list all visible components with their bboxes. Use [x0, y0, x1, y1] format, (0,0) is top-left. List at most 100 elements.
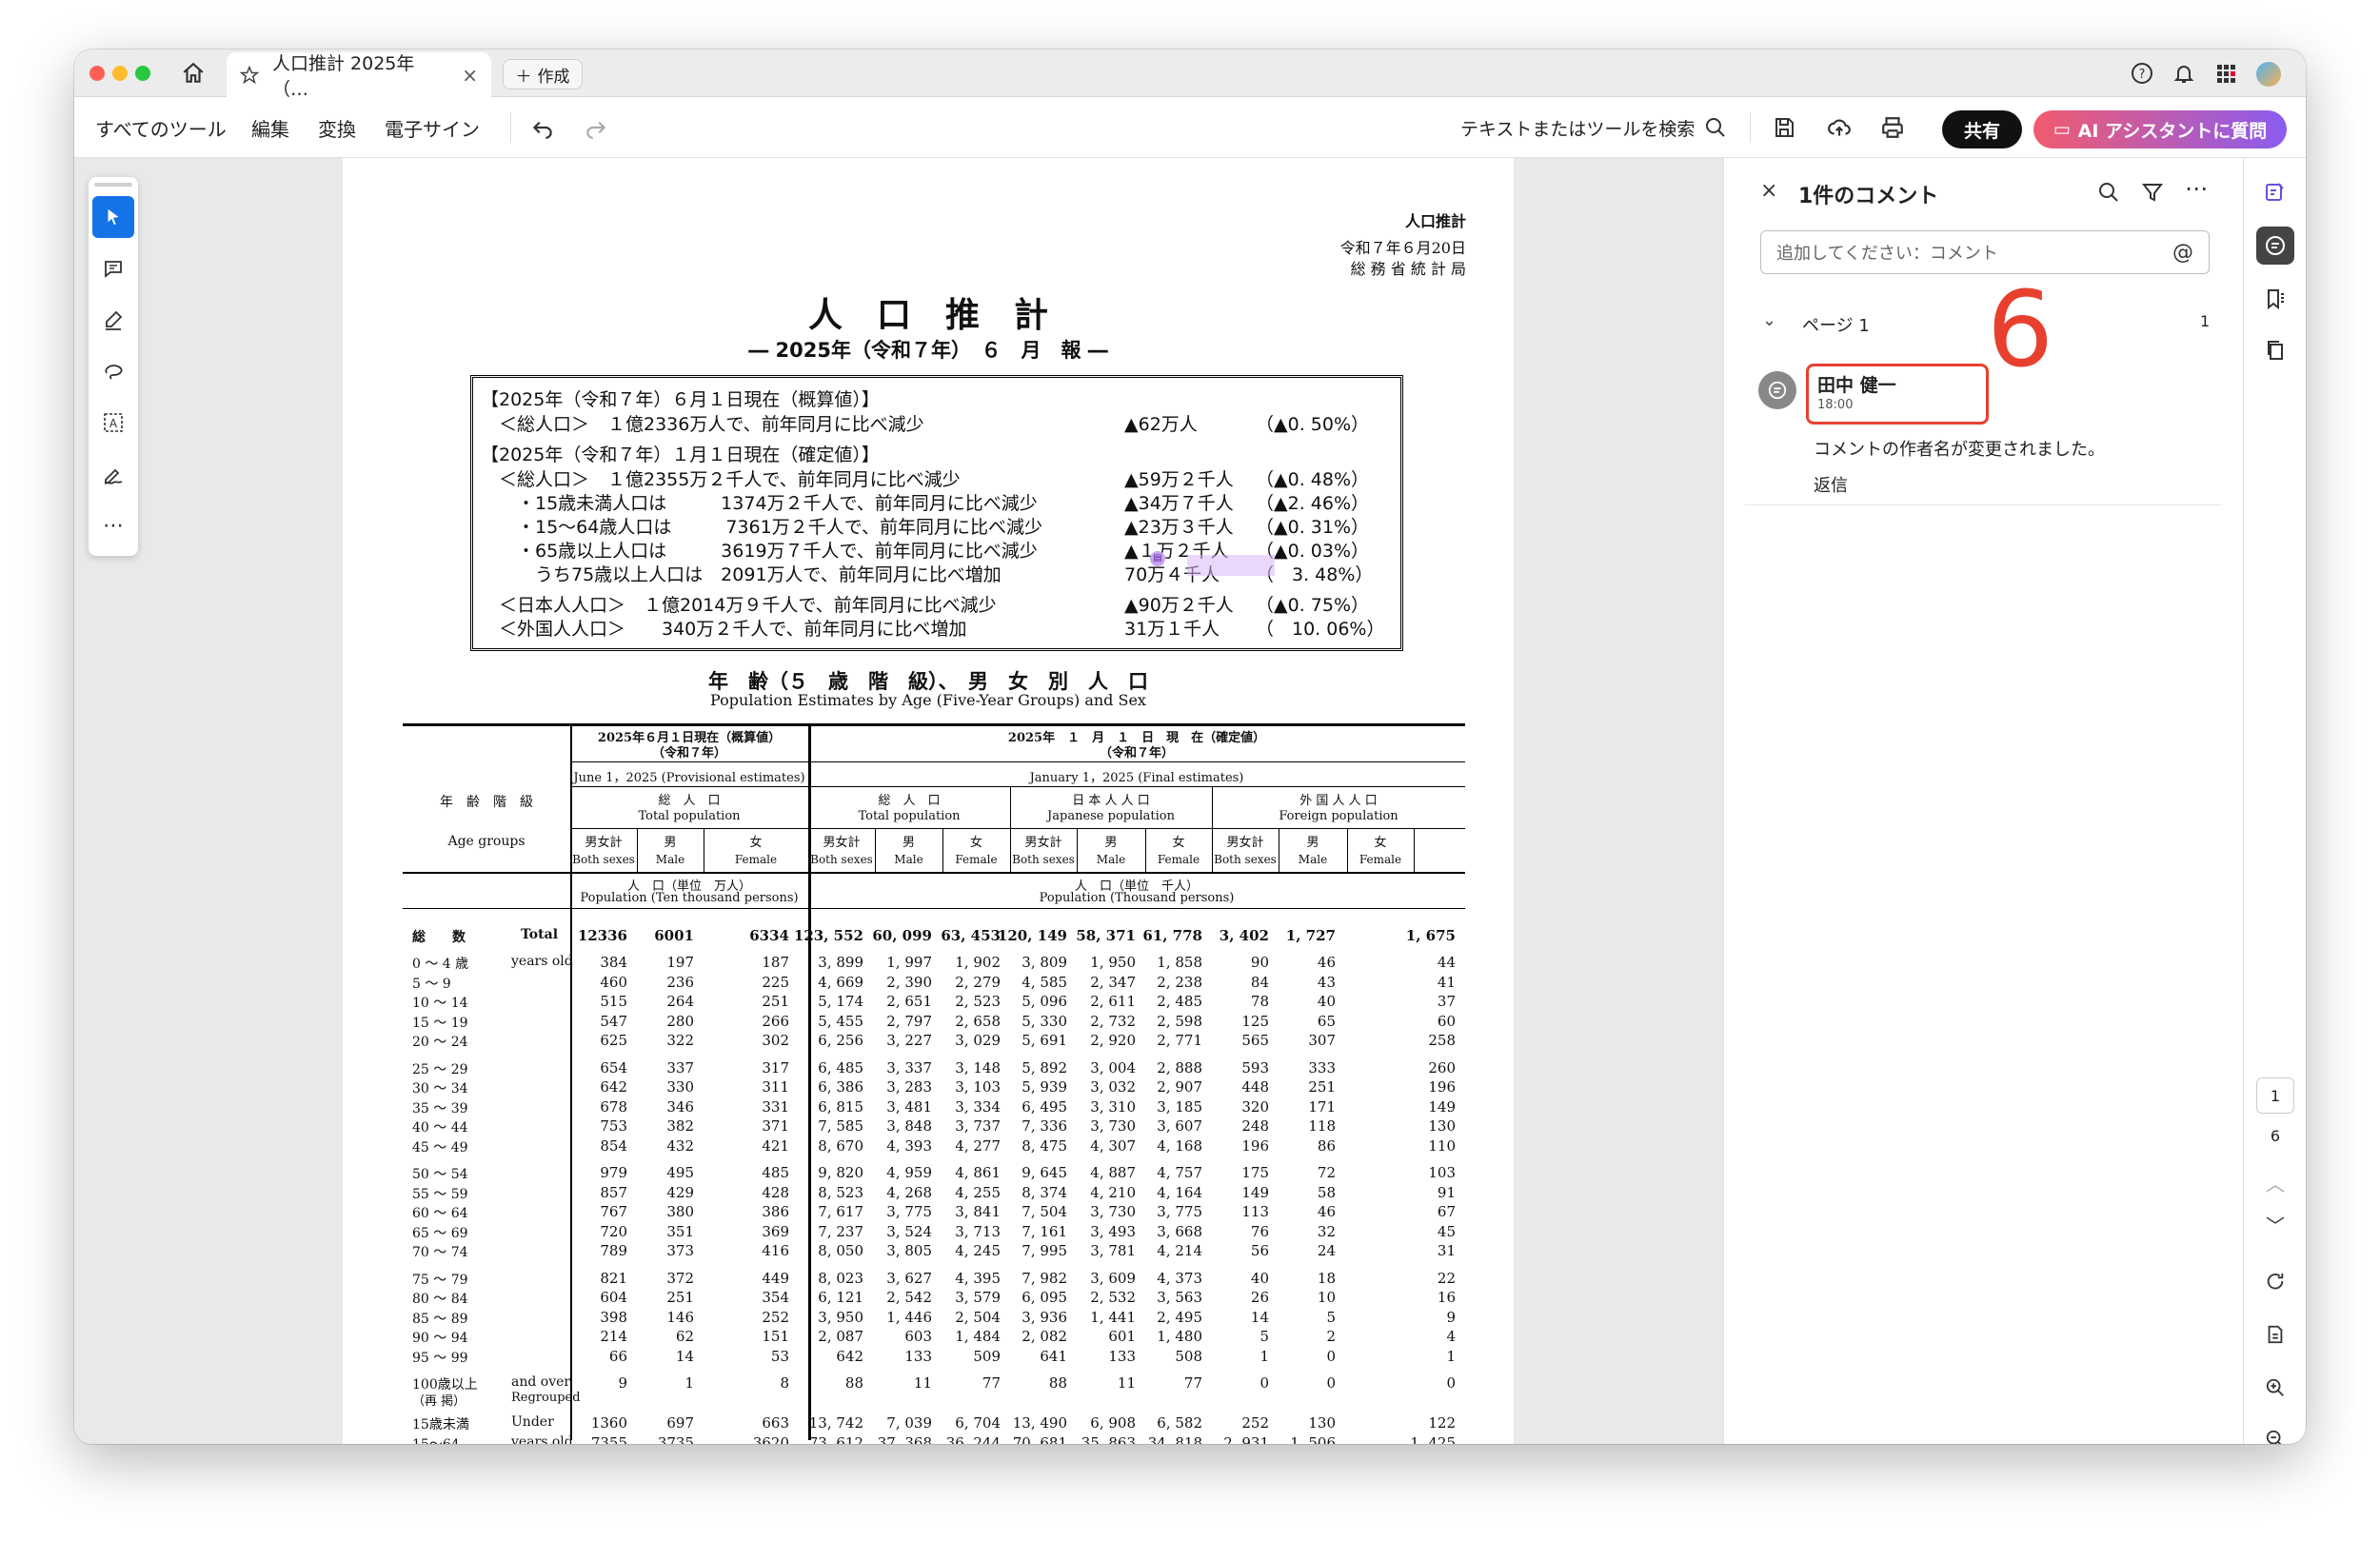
table-cell: 31 — [1437, 1242, 1456, 1259]
table-cell: 4, 214 — [1157, 1242, 1202, 1259]
comment-marker-icon[interactable]: ▤ — [1150, 551, 1165, 566]
menu-e-sign[interactable]: 電子サイン — [385, 97, 480, 158]
table-cell: 346 — [666, 1097, 694, 1116]
bell-icon[interactable] — [2172, 62, 2195, 85]
table-cell: 63, 453 — [941, 927, 1001, 944]
mention-icon[interactable]: @ — [2172, 241, 2193, 265]
table-cell: 6, 495 — [1021, 1097, 1067, 1116]
page-group-label[interactable]: ページ 1 — [1802, 312, 1870, 337]
text-tool[interactable]: A — [92, 402, 134, 444]
apps-grid-icon[interactable] — [2214, 62, 2237, 85]
table-cell: 0 — [1326, 1347, 1336, 1365]
home-icon[interactable] — [181, 61, 206, 86]
menu-all-tools[interactable]: すべてのツール — [95, 97, 227, 158]
maximize-window-button[interactable] — [135, 66, 150, 81]
age-group-label: 20 ～ 24 — [412, 1035, 468, 1050]
table-cell: 5, 892 — [1021, 1058, 1067, 1077]
chevron-down-icon[interactable]: ﹀ — [2256, 1205, 2294, 1243]
zoom-out-icon[interactable] — [2256, 1420, 2294, 1444]
table-cell: 40 — [1317, 993, 1336, 1010]
save-icon[interactable] — [1767, 110, 1801, 145]
table-cell: 4, 277 — [955, 1136, 1001, 1155]
table-cell: 2, 279 — [955, 973, 1001, 991]
more-options-icon[interactable]: ⋯ — [2185, 175, 2208, 202]
ai-assistant-button[interactable]: ▭ AI アシスタントに質問 — [2033, 110, 2287, 148]
bookmark-icon[interactable] — [2256, 280, 2294, 318]
comment-tool[interactable] — [92, 247, 134, 289]
table-cell: 593 — [1241, 1058, 1269, 1077]
table-cell: 3, 227 — [886, 1032, 932, 1049]
table-cell: 625 — [600, 1032, 627, 1049]
reply-link[interactable]: 返信 — [1814, 472, 1848, 497]
close-tab-icon[interactable]: × — [462, 64, 478, 87]
edit-icon[interactable] — [2256, 173, 2294, 211]
undo-icon[interactable] — [526, 110, 560, 145]
table-cell: 84 — [1250, 973, 1269, 991]
comment-time: 18:00 — [1817, 398, 1854, 412]
upload-cloud-icon[interactable] — [1822, 110, 1856, 145]
age-group-label: 10 ～ 14 — [412, 996, 468, 1011]
share-button[interactable]: 共有 — [1942, 110, 2022, 148]
chevron-up-icon[interactable]: ︿ — [2256, 1163, 2294, 1201]
page-number-input[interactable]: 1 — [2256, 1077, 2294, 1114]
table-rule — [1414, 828, 1415, 872]
comments-panel-icon[interactable] — [2256, 227, 2294, 265]
table-cell: 34, 818 — [1147, 1433, 1202, 1445]
help-icon[interactable]: ? — [2131, 62, 2153, 85]
table-cell: 7, 161 — [1021, 1222, 1067, 1240]
drag-handle[interactable] — [94, 183, 132, 187]
filter-icon[interactable] — [2141, 181, 2164, 204]
summary-line: ・15歳未満人口は 1374万２千人で、前年同月に比べ減少 — [481, 493, 1038, 514]
rotate-icon[interactable] — [2256, 1262, 2294, 1300]
menu-edit[interactable]: 編集 — [251, 97, 289, 158]
table-cell: 5, 330 — [1021, 1012, 1067, 1030]
chevron-down-icon[interactable]: ⌄ — [1762, 310, 1776, 330]
summary-line: うち75歳以上人口は 2091万人で、前年同月に比べ増加 — [481, 564, 1002, 585]
comment-author: 田中 健一 — [1817, 375, 1896, 396]
age-group-label: 70 ～ 74 — [412, 1245, 468, 1260]
tool-search-label: テキストまたはツールを検索 — [1460, 118, 1696, 140]
age-group-label: 0 ～ 4 歳 — [412, 957, 469, 972]
redo-icon[interactable] — [579, 110, 613, 145]
search-icon[interactable] — [2097, 181, 2120, 204]
draw-tool[interactable] — [92, 350, 134, 392]
print-icon[interactable] — [1875, 110, 1910, 145]
table-cell: 197 — [666, 954, 694, 971]
sex-column-header-en: Female — [1359, 853, 1402, 866]
document-tab[interactable]: 人口推計 2025年（… × — [227, 52, 491, 100]
table-cell: 3, 713 — [955, 1222, 1001, 1240]
sign-tool[interactable] — [92, 453, 134, 495]
table-cell: 641 — [1040, 1347, 1067, 1365]
pages-icon[interactable] — [2256, 331, 2294, 369]
menu-convert[interactable]: 変換 — [318, 97, 356, 158]
table-cell: 3, 668 — [1157, 1222, 1202, 1240]
table-cell: 642 — [600, 1078, 627, 1096]
page-fit-icon[interactable] — [2256, 1315, 2294, 1353]
table-cell: 14 — [675, 1347, 694, 1365]
tool-search[interactable]: テキストまたはツールを検索 — [1460, 97, 1727, 158]
table-cell: 2, 771 — [1157, 1032, 1202, 1049]
highlight-tool[interactable] — [92, 299, 134, 341]
new-tab-button[interactable]: ＋作成 — [503, 59, 583, 89]
zoom-in-icon[interactable] — [2256, 1369, 2294, 1407]
foreign-population-header: 外 国 人 人 口 — [1299, 794, 1378, 808]
avatar[interactable] — [2256, 62, 2281, 87]
age-group-label: 15歳未満 — [412, 1417, 469, 1432]
table-cell: 333 — [1308, 1058, 1336, 1077]
document-workspace[interactable]: A ⋯ 人口推計 令和７年６月20日 総 務 省 統 計 局 人 口 推 計 ―… — [74, 158, 1735, 1445]
sex-column-header-en: Male — [1298, 853, 1328, 866]
comment-text: コメントの作者名が変更されました。 — [1814, 440, 2105, 460]
minimize-window-button[interactable] — [112, 66, 128, 81]
select-tool[interactable] — [92, 196, 134, 238]
close-window-button[interactable] — [89, 66, 105, 81]
table-cell: 2, 611 — [1090, 993, 1136, 1010]
comment-input[interactable]: 追加してください：コメント @ — [1760, 230, 2210, 274]
table-cell: 214 — [600, 1328, 627, 1345]
signature-icon — [104, 468, 123, 484]
text-highlight[interactable] — [1187, 555, 1275, 576]
total-population-header-en: Total population — [638, 809, 741, 823]
star-icon[interactable] — [240, 65, 259, 85]
table-cell: 3, 730 — [1090, 1117, 1136, 1135]
more-tools-icon[interactable]: ⋯ — [92, 504, 134, 546]
close-panel-icon[interactable]: × — [1760, 179, 1777, 203]
